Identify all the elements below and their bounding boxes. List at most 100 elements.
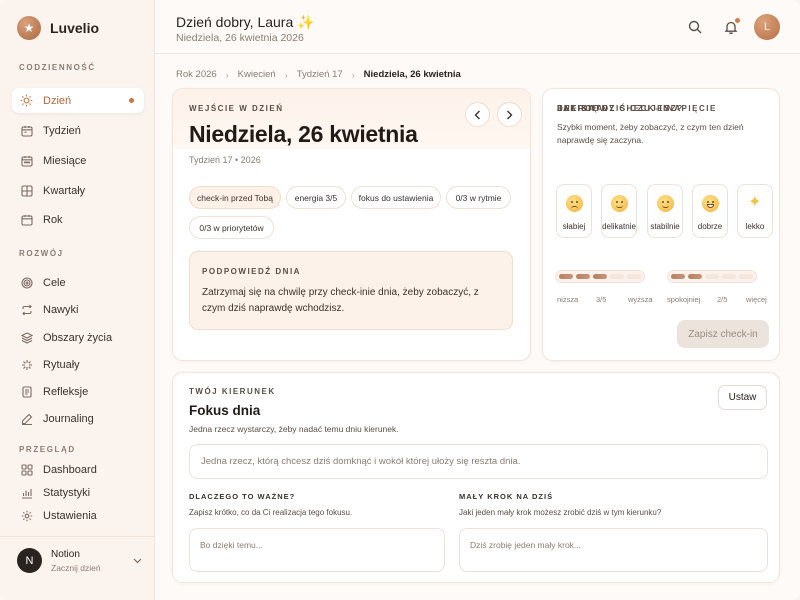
meter-segment[interactable] — [722, 274, 736, 279]
meter-segment[interactable] — [627, 274, 641, 279]
week-label: Tydzień 17 • 2026 — [189, 155, 261, 165]
sidebar-item-cele[interactable]: Cele — [12, 270, 144, 295]
mood-label: stabilnie — [650, 222, 680, 231]
sidebar-item-miesiace[interactable]: Miesiące — [12, 148, 144, 173]
calendar-week-icon — [20, 124, 33, 137]
smile-icon — [657, 195, 674, 212]
focus-subtitle: Jedna rzecz wystarczy, żeby nadać temu d… — [189, 424, 399, 434]
sidebar-item-label: Rytuały — [43, 358, 80, 371]
sidebar-item-label: Cele — [43, 276, 66, 289]
meter-segment[interactable] — [739, 274, 753, 279]
focus-card: TWÓJ KIERUNEK Fokus dnia Jedna rzecz wys… — [172, 372, 780, 583]
meter-segment[interactable] — [576, 274, 590, 279]
energy-high-label: wyższa — [628, 295, 653, 304]
why-textarea[interactable]: Bo dzięki temu... — [189, 528, 445, 572]
next-day-button[interactable] — [497, 102, 522, 127]
mood-label: lekko — [745, 222, 765, 231]
sidebar-item-label: Obszary życia — [43, 331, 113, 344]
star-logo-icon: ★ — [17, 16, 41, 40]
active-dot — [129, 98, 134, 103]
mood-label: delikatnie — [602, 222, 636, 231]
sidebar-item-dzien[interactable]: Dzień — [12, 88, 144, 113]
sidebar-item-label: Refleksje — [43, 385, 89, 398]
status-chip[interactable]: 0/3 w priorytetów — [189, 216, 274, 239]
bell-icon[interactable] — [722, 18, 740, 36]
repeat-icon — [20, 303, 33, 316]
section-label-rozwoj: ROZWÓJ — [19, 249, 64, 258]
sidebar-item-journaling[interactable]: Journaling — [12, 406, 144, 431]
sidebar-item-rok[interactable]: Rok — [12, 207, 144, 232]
sparkle-icon — [20, 358, 33, 371]
calendar-year-icon — [20, 213, 33, 226]
meter-segment[interactable] — [671, 274, 685, 279]
grid-icon — [20, 184, 33, 197]
sidebar-item-ustawienia[interactable]: Ustawienia — [12, 503, 144, 528]
why-prompt: Zapisz krótko, co da Ci realizacja tego … — [189, 508, 353, 517]
mood-option-delikatnie[interactable]: delikatnie — [601, 184, 637, 238]
layers-icon — [20, 331, 33, 344]
sidebar-item-tydzien[interactable]: Tydzień — [12, 118, 144, 143]
sidebar-item-obszary-zycia[interactable]: Obszary życia — [12, 325, 144, 350]
checkin-description: Szybki moment, żeby zobaczyć, z czym ten… — [557, 122, 744, 145]
energy-label: ENERGIA — [557, 104, 604, 113]
section-label-przeglad: PRZEGLĄD — [19, 445, 76, 454]
section-label-codziennosc: CODZIENNOŚĆ — [19, 63, 96, 72]
tension-meter[interactable] — [667, 270, 757, 283]
sidebar-item-kwartaly[interactable]: Kwartały — [12, 178, 144, 203]
breadcrumb-item-year[interactable]: Rok 2026 — [176, 69, 217, 80]
pen-icon — [20, 412, 33, 425]
breadcrumb: Rok 2026 › Kwiecień › Tydzień 17 › Niedz… — [176, 69, 461, 80]
save-checkin-button[interactable]: Zapisz check-in — [677, 320, 769, 348]
status-chip[interactable]: fokus do ustawienia — [351, 186, 441, 209]
brand[interactable]: ★ Luvelio — [17, 16, 99, 40]
mood-label: słabiej — [562, 222, 586, 231]
sidebar-item-label: Rok — [43, 213, 63, 226]
app-window: ★ Luvelio CODZIENNOŚĆ Dzień Tydzień Mies… — [0, 0, 800, 600]
target-icon — [20, 276, 33, 289]
energy-low-label: niższa — [557, 295, 579, 304]
sidebar-item-rytualy[interactable]: Rytuały — [12, 352, 144, 377]
meter-segment[interactable] — [610, 274, 624, 279]
profile-switcher[interactable]: N Notion Zacznij dzień — [17, 548, 142, 573]
mood-option-slabiej[interactable]: słabiej — [556, 184, 592, 238]
meter-segment[interactable] — [688, 274, 702, 279]
sidebar-item-label: Kwartały — [43, 184, 86, 197]
sidebar-item-refleksje[interactable]: Refleksje — [12, 379, 144, 404]
sidebar-item-statystyki[interactable]: Statystyki — [12, 480, 144, 505]
status-chip[interactable]: energia 3/5 — [286, 186, 346, 209]
step-textarea[interactable]: Dziś zrobię jeden mały krok... — [459, 528, 768, 572]
meter-segment[interactable] — [593, 274, 607, 279]
breadcrumb-item-month[interactable]: Kwiecień — [238, 69, 276, 80]
sidebar-item-dashboard[interactable]: Dashboard — [12, 457, 144, 482]
page-title: Niedziela, 26 kwietnia — [189, 121, 418, 147]
mood-option-lekko[interactable]: ✦ lekko — [737, 184, 773, 238]
user-avatar[interactable]: L — [754, 14, 780, 40]
energy-value: 3/5 — [596, 295, 607, 304]
profile-name: Notion — [51, 548, 80, 560]
breadcrumb-item-week[interactable]: Tydzień 17 — [297, 69, 343, 80]
step-heading: MAŁY KROK NA DZIŚ — [459, 492, 554, 501]
set-focus-button[interactable]: Ustaw — [718, 385, 767, 410]
prev-day-button[interactable] — [465, 102, 490, 127]
sidebar-item-label: Statystyki — [43, 486, 91, 499]
status-chip[interactable]: check-in przed Tobą — [189, 186, 281, 209]
chevron-right-icon: › — [225, 69, 229, 80]
chevron-right-icon: › — [351, 69, 355, 80]
dashboard-icon — [20, 463, 33, 476]
sidebar-item-nawyki[interactable]: Nawyki — [12, 297, 144, 322]
search-icon[interactable] — [686, 18, 704, 36]
focus-input[interactable]: Jedna rzecz, którą chcesz dziś domknąć i… — [189, 444, 768, 479]
sun-icon — [20, 94, 33, 107]
meter-segment[interactable] — [559, 274, 573, 279]
header-date: Niedziela, 26 kwietnia 2026 — [176, 32, 304, 44]
mood-option-stabilnie[interactable]: stabilnie — [647, 184, 683, 238]
tension-value: 2/5 — [717, 295, 728, 304]
sad-face-icon — [566, 195, 583, 212]
energy-meter[interactable] — [555, 270, 645, 283]
mood-option-dobrze[interactable]: dobrze — [692, 184, 728, 238]
meter-segment[interactable] — [705, 274, 719, 279]
app-name: Luvelio — [50, 20, 100, 36]
sidebar-item-label: Miesiące — [43, 154, 87, 167]
status-chip[interactable]: 0/3 w rytmie — [446, 186, 511, 209]
tension-low-label: spokojniej — [667, 295, 701, 304]
